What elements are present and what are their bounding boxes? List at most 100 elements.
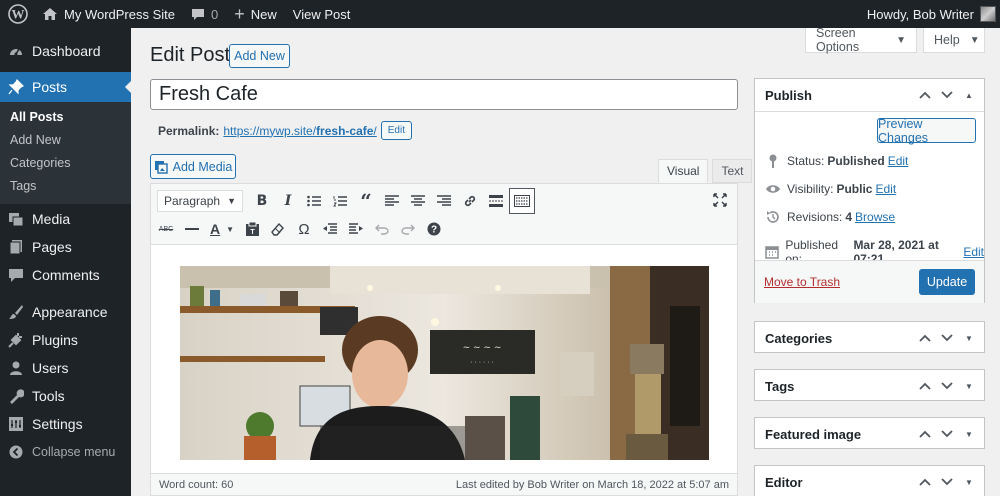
align-left-icon[interactable] <box>379 188 405 214</box>
new-content-link[interactable]: + New <box>226 0 285 28</box>
toggle-panel-icon[interactable]: ▼ <box>962 334 976 343</box>
redo-icon[interactable] <box>395 216 421 242</box>
move-up-icon[interactable] <box>918 478 932 486</box>
sidebar-item-posts[interactable]: Posts <box>0 72 132 102</box>
sidebar-item-settings[interactable]: Settings <box>0 410 131 438</box>
strikethrough-icon[interactable]: ABC <box>153 216 179 242</box>
sidebar-item-pages[interactable]: Pages <box>0 233 131 261</box>
collapse-menu-button[interactable]: Collapse menu <box>0 438 131 466</box>
text-color-icon[interactable]: A ▼ <box>205 216 239 242</box>
clear-formatting-icon[interactable] <box>265 216 291 242</box>
post-image[interactable]: ~ ~ ~ ~ · · · · · · <box>180 266 709 460</box>
tab-visual[interactable]: Visual <box>658 159 709 183</box>
status-value: Published <box>827 154 885 168</box>
submenu-tags[interactable]: Tags <box>0 175 131 198</box>
categories-header[interactable]: Categories ▼ <box>755 322 984 354</box>
bold-icon[interactable]: B <box>249 188 275 214</box>
add-new-button[interactable]: Add New <box>229 44 290 68</box>
categories-box: Categories ▼ <box>754 321 985 353</box>
toggle-panel-icon[interactable]: ▼ <box>962 382 976 391</box>
preview-changes-button[interactable]: Preview Changes <box>877 117 976 145</box>
toggle-panel-icon[interactable]: ▼ <box>962 478 976 487</box>
align-right-icon[interactable] <box>431 188 457 214</box>
edit-permalink-button[interactable]: Edit <box>380 121 412 140</box>
add-media-button[interactable]: Add Media <box>150 154 236 179</box>
editor-content[interactable]: ~ ~ ~ ~ · · · · · · <box>151 245 737 460</box>
page-title: Edit Post <box>150 44 231 66</box>
visibility-label: Visibility: <box>787 182 834 196</box>
move-up-icon[interactable] <box>918 382 932 390</box>
comments-link[interactable]: 0 <box>183 0 226 28</box>
sidebar-item-media[interactable]: Media <box>0 205 131 233</box>
revisions-row: Revisions: 4 Browse <box>765 210 895 224</box>
format-select[interactable]: Paragraph ▼ <box>157 190 243 212</box>
horizontal-line-icon[interactable] <box>179 216 205 242</box>
toolbar-row-2: ABC A ▼ T Ω ? <box>151 215 447 243</box>
move-to-trash-link[interactable]: Move to Trash <box>764 275 840 289</box>
numbered-list-icon[interactable] <box>327 188 353 214</box>
sidebar-item-dashboard[interactable]: Dashboard <box>0 37 131 65</box>
add-media-icon <box>154 160 168 174</box>
eye-icon <box>765 184 781 194</box>
account-menu[interactable]: Howdy, Bob Writer <box>859 0 1000 28</box>
edit-visibility-link[interactable]: Edit <box>875 182 896 196</box>
edit-status-link[interactable]: Edit <box>888 154 909 168</box>
align-center-icon[interactable] <box>405 188 431 214</box>
sidebar-item-users[interactable]: Users <box>0 354 131 382</box>
sidebar-item-tools[interactable]: Tools <box>0 382 131 410</box>
edit-date-link[interactable]: Edit <box>963 245 984 259</box>
link-icon[interactable] <box>457 188 483 214</box>
move-down-icon[interactable] <box>940 430 954 438</box>
submenu-add-new[interactable]: Add New <box>0 129 131 152</box>
tags-title: Tags <box>765 378 795 394</box>
sidebar-item-label: Pages <box>32 239 72 255</box>
revisions-icon <box>765 210 781 224</box>
sidebar-item-label: Posts <box>32 79 68 95</box>
site-name-link[interactable]: My WordPress Site <box>34 0 183 28</box>
blockquote-icon[interactable]: “ <box>353 188 379 214</box>
box-controls: ▼ <box>918 418 976 450</box>
post-title-input[interactable]: Fresh Cafe <box>150 79 738 110</box>
fullscreen-icon[interactable] <box>707 187 733 213</box>
move-down-icon[interactable] <box>940 478 954 486</box>
tags-header[interactable]: Tags ▼ <box>755 370 984 402</box>
help-label: Help <box>934 33 960 47</box>
screen-options-button[interactable]: Screen Options ▼ <box>805 26 917 54</box>
sidebar-item-plugins[interactable]: Plugins <box>0 326 131 354</box>
featured-image-header[interactable]: Featured image ▼ <box>755 418 984 450</box>
toolbar-toggle-icon[interactable] <box>509 188 535 214</box>
editor-settings-header[interactable]: Editor ▼ <box>755 466 984 496</box>
view-post-link[interactable]: View Post <box>285 0 359 28</box>
keyboard-shortcuts-icon[interactable]: ? <box>421 216 447 242</box>
special-character-icon[interactable]: Ω <box>291 216 317 242</box>
toggle-panel-icon[interactable]: ▼ <box>962 430 976 439</box>
comments-icon <box>8 267 24 283</box>
italic-icon[interactable]: I <box>275 188 301 214</box>
move-up-icon[interactable] <box>918 334 932 342</box>
browse-revisions-link[interactable]: Browse <box>855 210 895 224</box>
outdent-icon[interactable] <box>317 216 343 242</box>
read-more-icon[interactable] <box>483 188 509 214</box>
sidebar-item-label: Plugins <box>32 332 78 348</box>
sidebar-item-appearance[interactable]: Appearance <box>0 298 131 326</box>
move-up-icon[interactable] <box>918 91 932 99</box>
undo-icon[interactable] <box>369 216 395 242</box>
tab-text[interactable]: Text <box>712 159 753 183</box>
wordpress-logo-icon[interactable]: W <box>2 0 34 28</box>
help-button[interactable]: Help ▼ <box>923 28 985 53</box>
bulleted-list-icon[interactable] <box>301 188 327 214</box>
move-down-icon[interactable] <box>940 91 954 99</box>
home-icon <box>42 7 58 21</box>
toggle-panel-icon[interactable]: ▲ <box>962 91 976 100</box>
move-down-icon[interactable] <box>940 382 954 390</box>
submenu-all-posts[interactable]: All Posts <box>0 106 131 129</box>
paste-text-icon[interactable]: T <box>239 216 265 242</box>
indent-icon[interactable] <box>343 216 369 242</box>
move-up-icon[interactable] <box>918 430 932 438</box>
sidebar-item-comments[interactable]: Comments <box>0 261 131 289</box>
permalink-link[interactable]: https://mywp.site/fresh-cafe/ <box>223 124 376 138</box>
submenu-categories[interactable]: Categories <box>0 152 131 175</box>
admin-sidebar: Dashboard Posts All Posts Add New Catego… <box>0 28 132 496</box>
update-button[interactable]: Update <box>919 269 975 295</box>
move-down-icon[interactable] <box>940 334 954 342</box>
